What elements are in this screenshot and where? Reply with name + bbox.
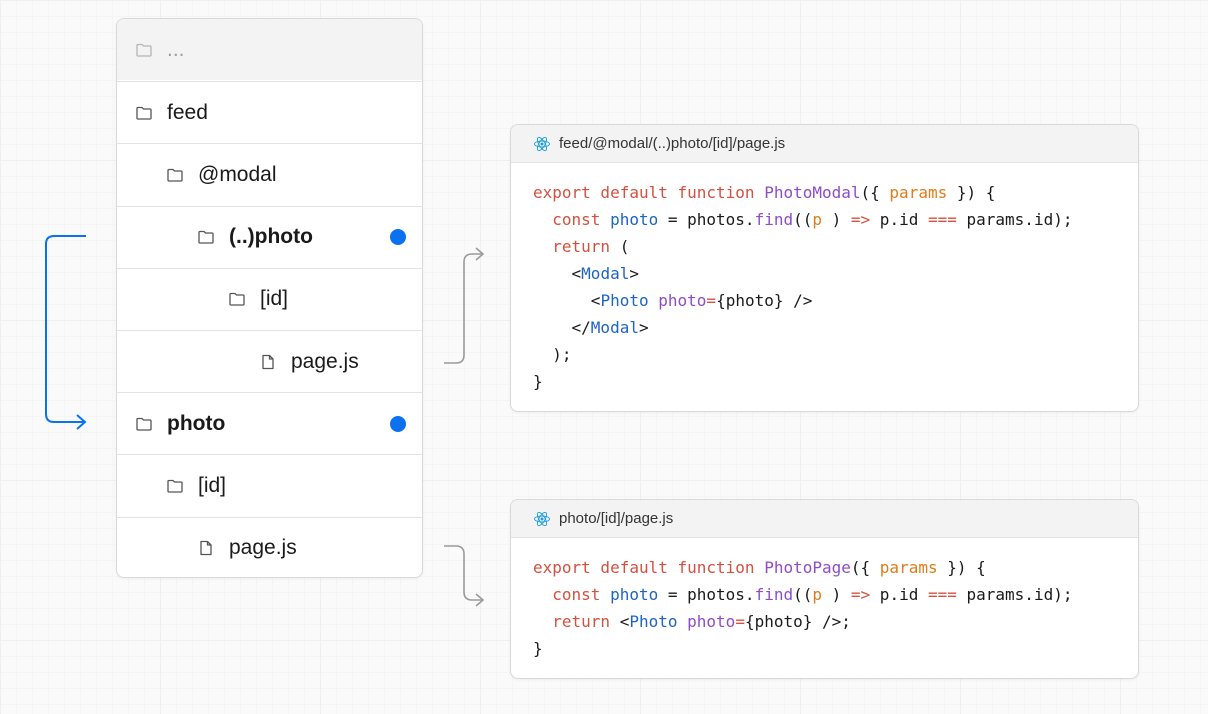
intercept-arrow <box>45 235 86 423</box>
modal-connector-arrow <box>444 253 482 364</box>
page-connector-arrow <box>444 545 482 601</box>
connector-arrows <box>45 235 485 607</box>
